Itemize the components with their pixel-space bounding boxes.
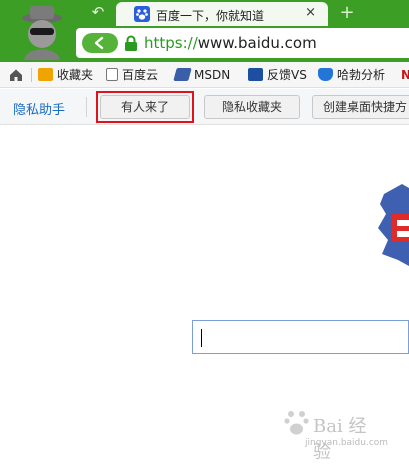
bookmark-label: 百度云 [122, 68, 159, 82]
bookmark-label: 收藏夹 [57, 68, 94, 82]
url-text: https://www.baidu.com [144, 34, 317, 52]
text-cursor [201, 329, 202, 347]
address-bar[interactable]: https://www.baidu.com [76, 28, 409, 58]
shield-icon [318, 68, 333, 81]
chevron-left-icon [94, 36, 104, 50]
bookmark-label: MSDN [194, 68, 231, 82]
search-input[interactable] [192, 320, 409, 354]
bookmark-label: 哈勃分析 [337, 68, 386, 82]
bookmark-favorites[interactable]: 收藏夹 [38, 67, 93, 83]
new-tab-button[interactable]: + [338, 2, 356, 24]
annotation-highlight-box [96, 91, 194, 123]
incognito-avatar-icon [22, 6, 62, 60]
paw-watermark-icon [284, 411, 309, 435]
watermark-url: jingyan.baidu.com [305, 438, 389, 448]
vs-feedback-icon [248, 68, 263, 81]
recently-closed-button[interactable]: ↶ [86, 2, 110, 22]
private-favorites-button[interactable]: 隐私收藏夹 [204, 95, 300, 119]
folder-icon [38, 68, 53, 81]
back-button[interactable] [82, 33, 118, 53]
browser-chrome: ↶ 百度一下，你就知道 × + https://www.baidu.com [0, 0, 409, 62]
watermark: Bai 经验 jingyan.baidu.com [283, 404, 388, 463]
bookmarks-divider [31, 68, 32, 82]
tab-title: 百度一下，你就知道 [156, 9, 265, 23]
baidu-paw-icon [134, 6, 150, 22]
msdn-icon [173, 68, 192, 81]
create-desktop-shortcut-button[interactable]: 创建桌面快捷方 [312, 95, 409, 119]
bookmark-label: 反馈VS [267, 68, 307, 82]
bookmark-hubble[interactable]: 哈勃分析 [318, 67, 385, 83]
bookmark-baiduyun[interactable]: 百度云 [106, 67, 158, 83]
bookmark-vs-feedback[interactable]: 反馈VS [248, 67, 307, 83]
tab-baidu[interactable]: 百度一下，你就知道 × [116, 2, 328, 26]
page-icon [106, 68, 118, 81]
home-icon[interactable] [9, 68, 23, 82]
bookmark-overflow[interactable]: N [401, 67, 409, 83]
lock-icon [125, 35, 137, 51]
toolbar-divider [86, 97, 87, 117]
privacy-assistant-title: 隐私助手 [13, 103, 66, 118]
tab-close-icon[interactable]: × [305, 5, 316, 20]
bookmarks-bar: 收藏夹 百度云 MSDN 反馈VS 哈勃分析 N [0, 62, 409, 88]
baidu-logo-icon [378, 184, 409, 266]
privacy-assistant-bar: 隐私助手 有人来了 隐私收藏夹 创建桌面快捷方 [0, 89, 409, 125]
bookmark-msdn[interactable]: MSDN [173, 67, 231, 83]
